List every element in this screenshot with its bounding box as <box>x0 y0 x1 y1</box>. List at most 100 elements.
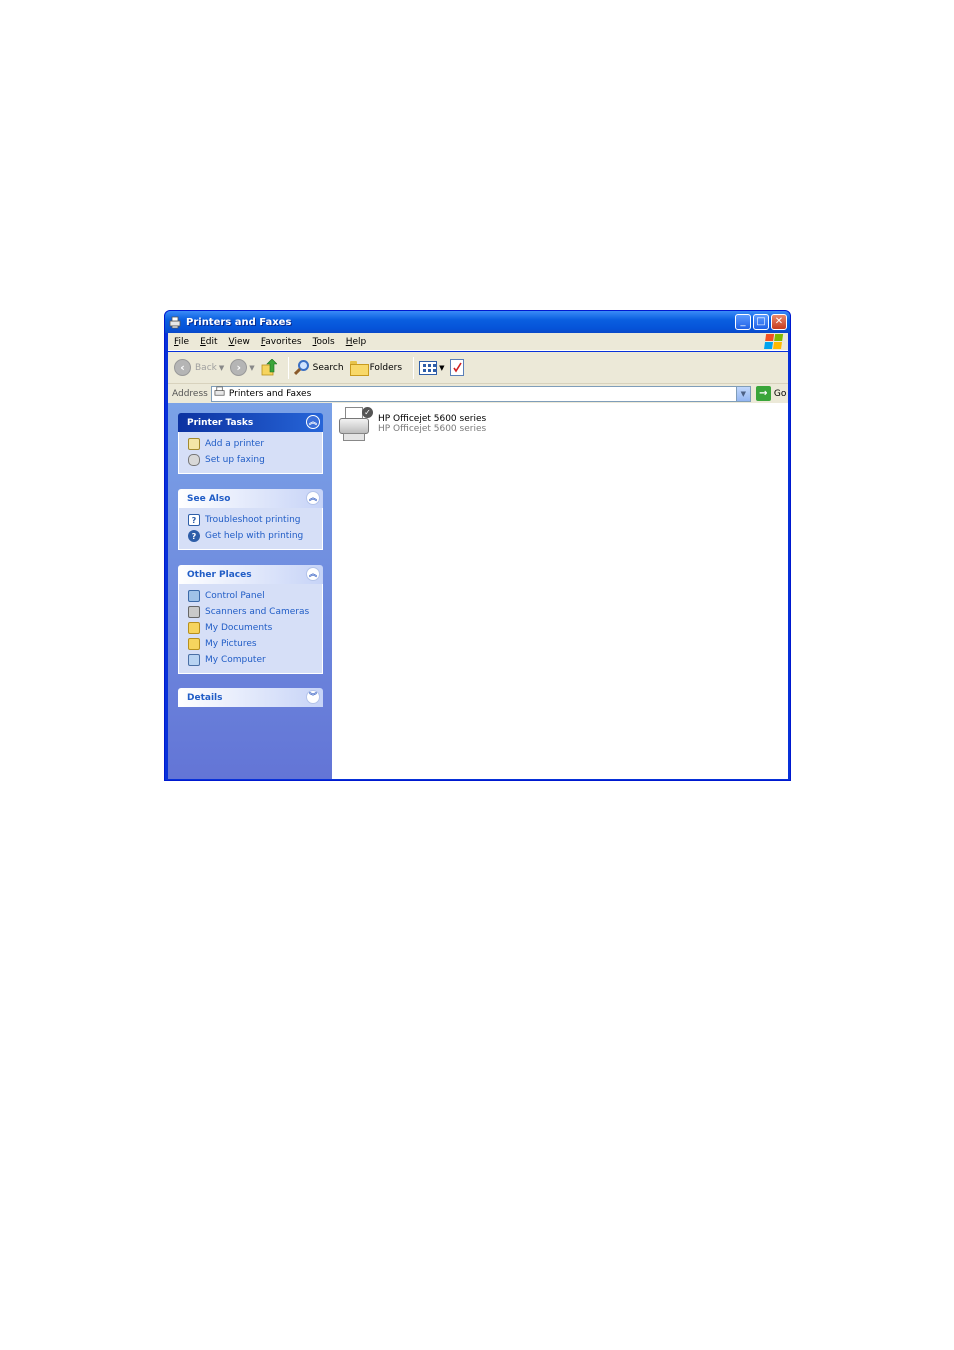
windows-logo-icon <box>761 334 784 350</box>
troubleshoot-printing-link[interactable]: ? Troubleshoot printing <box>188 512 322 528</box>
menu-favorites[interactable]: Favorites <box>261 337 302 347</box>
folder-up-icon <box>261 358 278 377</box>
views-dropdown-icon[interactable]: ▼ <box>439 364 444 372</box>
forward-dropdown-icon[interactable]: ▼ <box>249 364 254 372</box>
address-printer-icon <box>214 386 226 401</box>
title-bar[interactable]: Printers and Faxes _ □ ✕ <box>165 311 790 333</box>
back-label: Back <box>195 362 217 373</box>
go-button[interactable]: → Go <box>755 386 787 401</box>
details-title: Details <box>187 692 223 703</box>
other-places-header[interactable]: Other Places ︽ <box>178 565 323 584</box>
control-panel-icon <box>188 590 200 602</box>
collapse-icon[interactable]: ︽ <box>306 567 320 581</box>
back-button[interactable]: ‹ Back ▼ <box>174 359 224 376</box>
collapse-icon[interactable]: ︽ <box>306 491 320 505</box>
address-value: Printers and Faxes <box>228 388 312 399</box>
views-icon <box>419 360 438 375</box>
add-printer-label: Add a printer <box>205 439 265 449</box>
folders-icon <box>349 361 369 376</box>
menu-edit[interactable]: Edit <box>200 337 217 347</box>
fax-icon <box>188 454 200 466</box>
printer-tasks-panel: Printer Tasks ︽ Add a printer Set up fax… <box>178 413 323 474</box>
troubleshoot-printing-label: Troubleshoot printing <box>205 515 301 525</box>
help-book-icon: ? <box>188 514 200 526</box>
printer-tasks-title: Printer Tasks <box>187 417 254 428</box>
get-help-printing-label: Get help with printing <box>205 531 304 541</box>
control-panel-link[interactable]: Control Panel <box>188 588 322 604</box>
address-dropdown-icon[interactable]: ▼ <box>735 386 750 401</box>
computer-icon <box>188 654 200 666</box>
menu-view[interactable]: View <box>229 337 250 347</box>
forward-arrow-icon: › <box>230 359 248 376</box>
folders-button[interactable]: Folders <box>349 361 402 376</box>
printer-tasks-body: Add a printer Set up faxing <box>178 432 323 474</box>
my-documents-label: My Documents <box>205 623 273 633</box>
printer-tasks-header[interactable]: Printer Tasks ︽ <box>178 413 323 432</box>
printer-list-view[interactable]: ✓ HP Officejet 5600 series HP Officejet … <box>332 403 788 779</box>
forward-button[interactable]: › ▼ <box>230 359 255 376</box>
views-button[interactable]: ▼ <box>419 360 444 375</box>
get-help-printing-link[interactable]: ? Get help with printing <box>188 528 322 544</box>
back-arrow-icon: ‹ <box>174 359 191 376</box>
toolbar: ‹ Back ▼ › ▼ Search Folders ▼ <box>168 352 788 384</box>
menu-help[interactable]: Help <box>346 337 367 347</box>
other-places-panel: Other Places ︽ Control Panel Scanners an… <box>178 565 323 674</box>
task-pane: Printer Tasks ︽ Add a printer Set up fax… <box>168 403 332 779</box>
minimize-button[interactable]: _ <box>735 314 751 330</box>
explorer-window: Printers and Faxes _ □ ✕ File Edit View … <box>164 310 791 781</box>
window-title: Printers and Faxes <box>186 316 292 328</box>
back-dropdown-icon[interactable]: ▼ <box>219 364 224 372</box>
details-panel: Details ︾ <box>178 688 323 707</box>
go-label: Go <box>773 388 787 399</box>
see-also-body: ? Troubleshoot printing ? Get help with … <box>178 508 323 550</box>
scanners-cameras-link[interactable]: Scanners and Cameras <box>188 604 322 620</box>
task-checklist-icon <box>450 359 465 376</box>
printer-icon: ✓ <box>337 407 375 443</box>
set-up-faxing-link[interactable]: Set up faxing <box>188 452 322 468</box>
up-button[interactable] <box>261 358 278 377</box>
other-places-title: Other Places <box>187 569 252 580</box>
expand-icon[interactable]: ︾ <box>306 690 320 704</box>
search-label: Search <box>312 362 344 373</box>
close-icon: ✕ <box>774 316 784 327</box>
see-also-header[interactable]: See Also ︽ <box>178 489 323 508</box>
other-places-body: Control Panel Scanners and Cameras My Do… <box>178 584 323 674</box>
menu-tools[interactable]: Tools <box>313 337 335 347</box>
documents-icon <box>188 622 200 634</box>
my-computer-link[interactable]: My Computer <box>188 652 322 668</box>
my-documents-link[interactable]: My Documents <box>188 620 322 636</box>
toolbar-separator <box>413 356 415 379</box>
printer-description: HP Officejet 5600 series <box>378 424 487 434</box>
toolbar-separator <box>287 356 289 379</box>
scanners-cameras-label: Scanners and Cameras <box>205 607 310 617</box>
help-icon: ? <box>188 530 200 542</box>
my-computer-label: My Computer <box>205 655 266 665</box>
default-printer-check-icon: ✓ <box>362 407 373 418</box>
see-also-title: See Also <box>187 493 231 504</box>
minimize-icon: _ <box>740 316 746 327</box>
maximize-icon: □ <box>756 316 766 327</box>
collapse-icon[interactable]: ︽ <box>306 415 320 429</box>
go-arrow-icon: → <box>755 386 771 401</box>
my-pictures-link[interactable]: My Pictures <box>188 636 322 652</box>
search-icon <box>293 359 310 376</box>
menu-bar: File Edit View Favorites Tools Help <box>168 333 788 351</box>
search-button[interactable]: Search <box>293 359 344 376</box>
maximize-button[interactable]: □ <box>753 314 769 330</box>
close-button[interactable]: ✕ <box>771 314 787 330</box>
add-printer-icon <box>188 438 200 450</box>
details-header[interactable]: Details ︾ <box>178 688 323 707</box>
address-input[interactable]: Printers and Faxes ▼ <box>210 385 751 402</box>
add-printer-link[interactable]: Add a printer <box>188 436 322 452</box>
see-also-panel: See Also ︽ ? Troubleshoot printing ? Get… <box>178 489 323 550</box>
my-pictures-label: My Pictures <box>205 639 257 649</box>
menu-file[interactable]: File <box>174 337 189 347</box>
printer-name: HP Officejet 5600 series <box>378 414 487 424</box>
printers-faxes-icon <box>169 316 182 329</box>
printer-item[interactable]: ✓ HP Officejet 5600 series HP Officejet … <box>337 407 486 443</box>
pictures-icon <box>188 638 200 650</box>
address-bar: Address Printers and Faxes ▼ → Go <box>168 384 788 403</box>
set-up-faxing-label: Set up faxing <box>205 455 265 465</box>
task-button[interactable] <box>450 359 465 376</box>
address-label: Address <box>172 388 208 399</box>
